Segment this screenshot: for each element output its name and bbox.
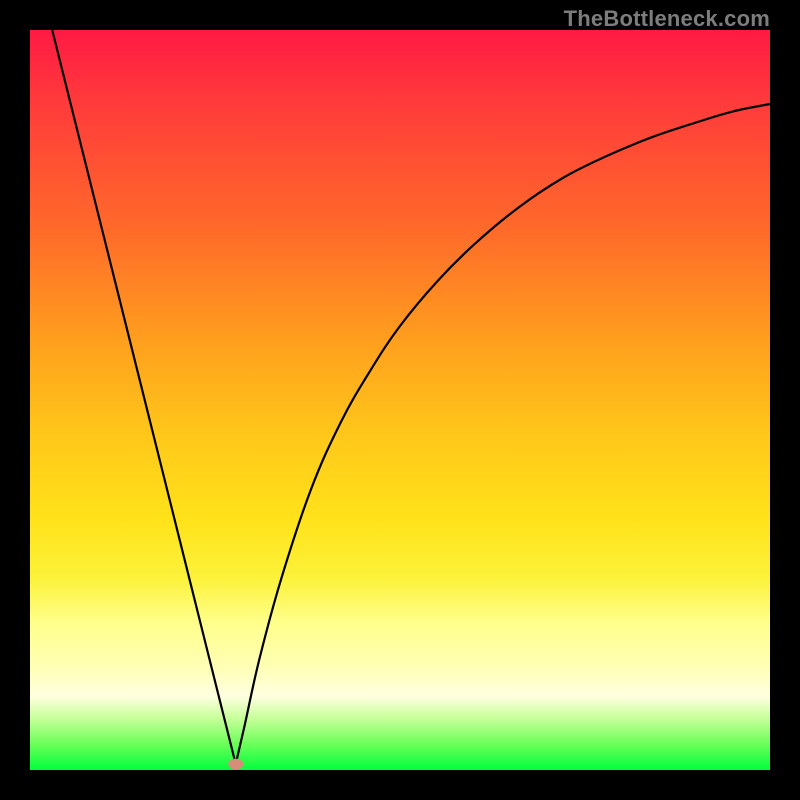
watermark-text: TheBottleneck.com — [564, 6, 770, 32]
plot-area — [30, 30, 770, 770]
chart-frame: TheBottleneck.com — [0, 0, 800, 800]
chart-svg — [30, 30, 770, 770]
optimum-marker — [229, 759, 243, 769]
bottleneck-curve — [52, 30, 770, 764]
